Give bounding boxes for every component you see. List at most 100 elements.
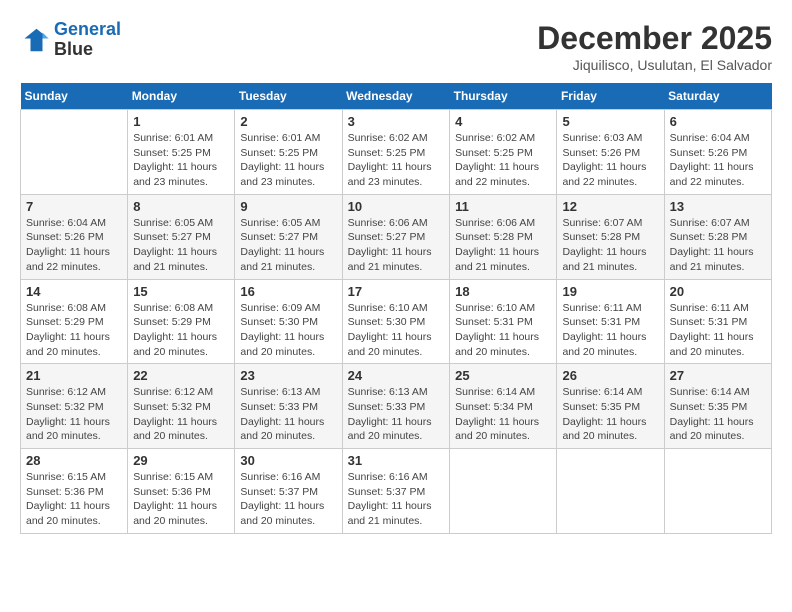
calendar-cell: 5Sunrise: 6:03 AMSunset: 5:26 PMDaylight… [557, 110, 664, 195]
day-number: 7 [26, 199, 122, 214]
calendar-cell: 7 Sunrise: 6:04 AMSunset: 5:26 PMDaylight… [21, 194, 128, 279]
calendar-cell: 24 Sunrise: 6:13 AMSunset: 5:33 PMDayligh… [342, 364, 450, 449]
day-info: Sunrise: 6:11 AMSunset: 5:31 PMDaylight:… [562, 301, 658, 360]
logo-icon [20, 25, 50, 55]
calendar-cell: 6Sunrise: 6:04 AMSunset: 5:26 PMDaylight… [664, 110, 771, 195]
day-number: 6 [670, 114, 766, 129]
calendar-table: SundayMondayTuesdayWednesdayThursdayFrid… [20, 83, 772, 534]
day-number: 2 [240, 114, 336, 129]
day-number: 21 [26, 368, 122, 383]
day-info: Sunrise: 6:14 AMSunset: 5:35 PMDaylight:… [670, 385, 766, 444]
calendar-cell: 2 Sunrise: 6:01 AMSunset: 5:25 PMDaylight… [235, 110, 342, 195]
calendar-cell: 15 Sunrise: 6:08 AMSunset: 5:29 PMDayligh… [128, 279, 235, 364]
day-info: Sunrise: 6:12 AMSunset: 5:32 PMDaylight:… [26, 385, 122, 444]
day-info: Sunrise: 6:16 AMSunset: 5:37 PMDaylight:… [348, 470, 445, 529]
calendar-cell: 23 Sunrise: 6:13 AMSunset: 5:33 PMDayligh… [235, 364, 342, 449]
day-number: 3 [348, 114, 445, 129]
day-number: 17 [348, 284, 445, 299]
day-number: 10 [348, 199, 445, 214]
calendar-cell: 3 Sunrise: 6:02 AMSunset: 5:25 PMDaylight… [342, 110, 450, 195]
calendar-week-5: 28 Sunrise: 6:15 AMSunset: 5:36 PMDayligh… [21, 449, 772, 534]
logo-text: GeneralBlue [54, 20, 121, 60]
header-row: SundayMondayTuesdayWednesdayThursdayFrid… [21, 83, 772, 110]
day-number: 22 [133, 368, 229, 383]
day-number: 28 [26, 453, 122, 468]
day-number: 31 [348, 453, 445, 468]
day-number: 12 [562, 199, 658, 214]
day-number: 16 [240, 284, 336, 299]
calendar-cell [557, 449, 664, 534]
calendar-cell: 28 Sunrise: 6:15 AMSunset: 5:36 PMDayligh… [21, 449, 128, 534]
calendar-cell [664, 449, 771, 534]
day-info: Sunrise: 6:10 AMSunset: 5:31 PMDaylight:… [455, 301, 551, 360]
day-info: Sunrise: 6:05 AMSunset: 5:27 PMDaylight:… [133, 216, 229, 275]
day-number: 29 [133, 453, 229, 468]
day-info: Sunrise: 6:06 AMSunset: 5:28 PMDaylight:… [455, 216, 551, 275]
day-number: 5 [562, 114, 658, 129]
calendar-body: 1 Sunrise: 6:01 AMSunset: 5:25 PMDaylight… [21, 110, 772, 534]
weekday-header-wednesday: Wednesday [342, 83, 450, 110]
day-number: 4 [455, 114, 551, 129]
day-info: Sunrise: 6:04 AMSunset: 5:26 PMDaylight:… [26, 216, 122, 275]
calendar-cell: 20 Sunrise: 6:11 AMSunset: 5:31 PMDayligh… [664, 279, 771, 364]
day-info: Sunrise: 6:05 AMSunset: 5:27 PMDaylight:… [240, 216, 336, 275]
day-info: Sunrise: 6:14 AMSunset: 5:35 PMDaylight:… [562, 385, 658, 444]
day-number: 18 [455, 284, 551, 299]
calendar-cell: 13Sunrise: 6:07 AMSunset: 5:28 PMDayligh… [664, 194, 771, 279]
day-number: 30 [240, 453, 336, 468]
calendar-cell: 17 Sunrise: 6:10 AMSunset: 5:30 PMDayligh… [342, 279, 450, 364]
day-number: 15 [133, 284, 229, 299]
day-number: 19 [562, 284, 658, 299]
weekday-header-thursday: Thursday [450, 83, 557, 110]
day-number: 1 [133, 114, 229, 129]
day-info: Sunrise: 6:08 AMSunset: 5:29 PMDaylight:… [26, 301, 122, 360]
day-number: 25 [455, 368, 551, 383]
calendar-cell: 10 Sunrise: 6:06 AMSunset: 5:27 PMDayligh… [342, 194, 450, 279]
day-number: 8 [133, 199, 229, 214]
calendar-cell: 1 Sunrise: 6:01 AMSunset: 5:25 PMDaylight… [128, 110, 235, 195]
calendar-cell: 21 Sunrise: 6:12 AMSunset: 5:32 PMDayligh… [21, 364, 128, 449]
day-number: 11 [455, 199, 551, 214]
day-info: Sunrise: 6:15 AMSunset: 5:36 PMDaylight:… [133, 470, 229, 529]
calendar-cell: 27Sunrise: 6:14 AMSunset: 5:35 PMDayligh… [664, 364, 771, 449]
day-number: 14 [26, 284, 122, 299]
page-header: GeneralBlue December 2025 Jiquilisco, Us… [20, 20, 772, 73]
day-number: 9 [240, 199, 336, 214]
day-info: Sunrise: 6:02 AMSunset: 5:25 PMDaylight:… [348, 131, 445, 190]
day-info: Sunrise: 6:01 AMSunset: 5:25 PMDaylight:… [240, 131, 336, 190]
day-number: 13 [670, 199, 766, 214]
day-info: Sunrise: 6:13 AMSunset: 5:33 PMDaylight:… [240, 385, 336, 444]
day-info: Sunrise: 6:11 AMSunset: 5:31 PMDaylight:… [670, 301, 766, 360]
day-number: 24 [348, 368, 445, 383]
weekday-header-saturday: Saturday [664, 83, 771, 110]
day-info: Sunrise: 6:08 AMSunset: 5:29 PMDaylight:… [133, 301, 229, 360]
day-info: Sunrise: 6:16 AMSunset: 5:37 PMDaylight:… [240, 470, 336, 529]
month-title: December 2025 [537, 20, 772, 57]
calendar-cell: 29 Sunrise: 6:15 AMSunset: 5:36 PMDayligh… [128, 449, 235, 534]
day-info: Sunrise: 6:07 AMSunset: 5:28 PMDaylight:… [562, 216, 658, 275]
day-info: Sunrise: 6:01 AMSunset: 5:25 PMDaylight:… [133, 131, 229, 190]
calendar-cell [21, 110, 128, 195]
calendar-cell: 31 Sunrise: 6:16 AMSunset: 5:37 PMDayligh… [342, 449, 450, 534]
calendar-cell: 4 Sunrise: 6:02 AMSunset: 5:25 PMDaylight… [450, 110, 557, 195]
day-info: Sunrise: 6:13 AMSunset: 5:33 PMDaylight:… [348, 385, 445, 444]
day-info: Sunrise: 6:15 AMSunset: 5:36 PMDaylight:… [26, 470, 122, 529]
day-number: 26 [562, 368, 658, 383]
day-info: Sunrise: 6:10 AMSunset: 5:30 PMDaylight:… [348, 301, 445, 360]
weekday-header-tuesday: Tuesday [235, 83, 342, 110]
calendar-cell [450, 449, 557, 534]
day-number: 23 [240, 368, 336, 383]
day-info: Sunrise: 6:14 AMSunset: 5:34 PMDaylight:… [455, 385, 551, 444]
calendar-cell: 11 Sunrise: 6:06 AMSunset: 5:28 PMDayligh… [450, 194, 557, 279]
calendar-cell: 8 Sunrise: 6:05 AMSunset: 5:27 PMDaylight… [128, 194, 235, 279]
day-info: Sunrise: 6:09 AMSunset: 5:30 PMDaylight:… [240, 301, 336, 360]
calendar-week-4: 21 Sunrise: 6:12 AMSunset: 5:32 PMDayligh… [21, 364, 772, 449]
day-number: 20 [670, 284, 766, 299]
calendar-week-3: 14 Sunrise: 6:08 AMSunset: 5:29 PMDayligh… [21, 279, 772, 364]
calendar-cell: 19 Sunrise: 6:11 AMSunset: 5:31 PMDayligh… [557, 279, 664, 364]
calendar-cell: 22Sunrise: 6:12 AMSunset: 5:32 PMDayligh… [128, 364, 235, 449]
day-info: Sunrise: 6:06 AMSunset: 5:27 PMDaylight:… [348, 216, 445, 275]
calendar-cell: 30 Sunrise: 6:16 AMSunset: 5:37 PMDayligh… [235, 449, 342, 534]
title-block: December 2025 Jiquilisco, Usulutan, El S… [537, 20, 772, 73]
day-info: Sunrise: 6:02 AMSunset: 5:25 PMDaylight:… [455, 131, 551, 190]
